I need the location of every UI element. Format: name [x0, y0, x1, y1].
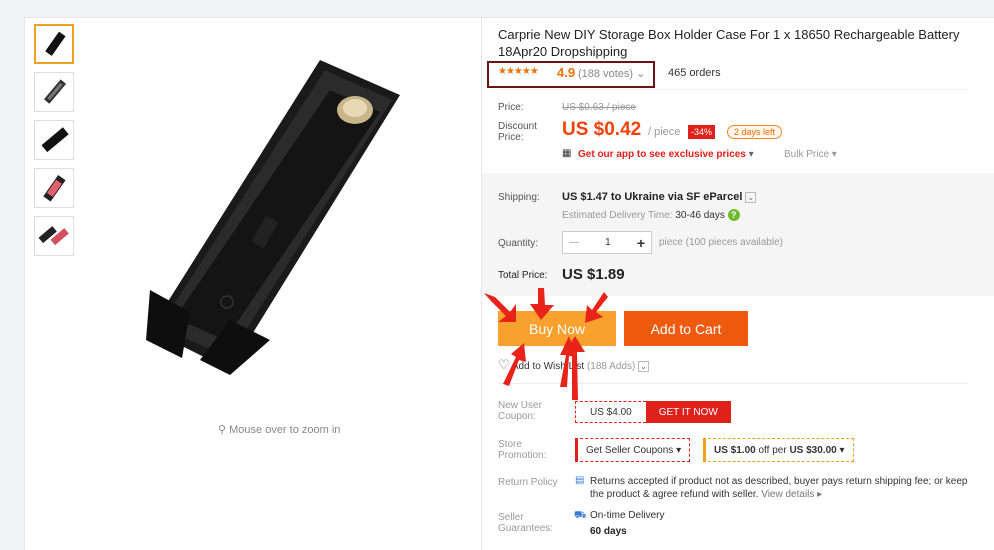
- arrow-icon: [585, 292, 608, 323]
- arrow-icon: [530, 288, 554, 320]
- arrow-icon: [503, 343, 526, 386]
- annotation-arrows: [484, 288, 608, 400]
- arrow-icon: [484, 293, 516, 322]
